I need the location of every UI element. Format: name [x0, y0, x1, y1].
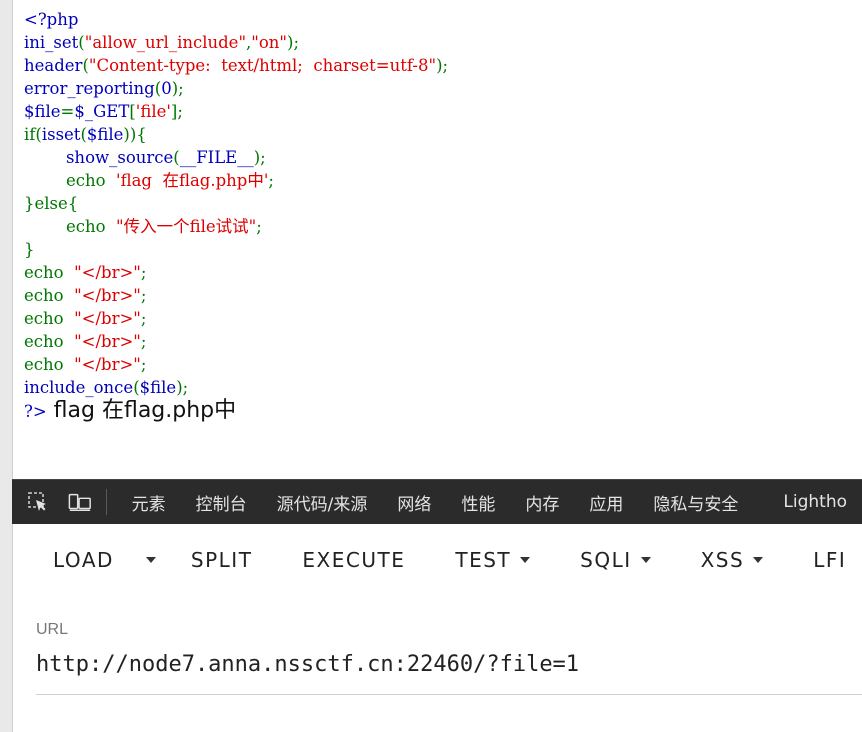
load-button[interactable]: LOAD: [12, 548, 136, 572]
tab-memory[interactable]: 内存: [510, 490, 574, 515]
inspect-element-icon[interactable]: [26, 490, 50, 514]
devtools-separator: [105, 489, 107, 515]
tab-network[interactable]: 网络: [382, 490, 446, 515]
lfi-menu-button[interactable]: LFI: [788, 548, 862, 572]
hackbar-toolbar: LOAD SPLIT EXECUTE TEST SQLI XSS LFI: [12, 523, 862, 597]
chevron-down-icon: [753, 557, 764, 563]
devtools-tabbar: 元素 控制台 源代码/来源 网络 性能 内存 应用 隐私与安全 Lightho: [12, 479, 862, 524]
xss-menu-button[interactable]: XSS: [676, 548, 789, 572]
tab-privacy-security[interactable]: 隐私与安全: [638, 490, 753, 515]
chevron-down-icon: [640, 557, 651, 563]
url-input[interactable]: http://node7.anna.nssctf.cn:22460/?file=…: [36, 652, 862, 695]
execute-button[interactable]: EXECUTE: [277, 548, 430, 572]
chevron-down-icon: [145, 557, 156, 563]
tab-elements[interactable]: 元素: [117, 490, 181, 515]
split-button[interactable]: SPLIT: [166, 548, 278, 572]
page-output-text: flag 在flag.php中: [46, 398, 237, 423]
tab-application[interactable]: 应用: [574, 490, 638, 515]
tab-lighthouse[interactable]: Lightho: [753, 492, 862, 512]
url-field-label: URL: [36, 621, 69, 638]
browser-left-edge: [0, 0, 13, 732]
load-dropdown-button[interactable]: [136, 557, 166, 563]
test-menu-button[interactable]: TEST: [430, 548, 555, 572]
tab-console[interactable]: 控制台: [181, 490, 262, 515]
device-toolbar-icon[interactable]: [68, 490, 92, 514]
chevron-down-icon: [520, 557, 531, 563]
code-line-1: <?php: [24, 10, 79, 29]
php-source-code: <?php ini_set("allow_url_include","on");…: [24, 10, 449, 423]
tab-sources[interactable]: 源代码/来源: [262, 490, 383, 515]
php-close-tag: ?>: [24, 402, 47, 421]
tab-performance[interactable]: 性能: [446, 490, 510, 515]
sqli-menu-button[interactable]: SQLI: [555, 548, 675, 572]
